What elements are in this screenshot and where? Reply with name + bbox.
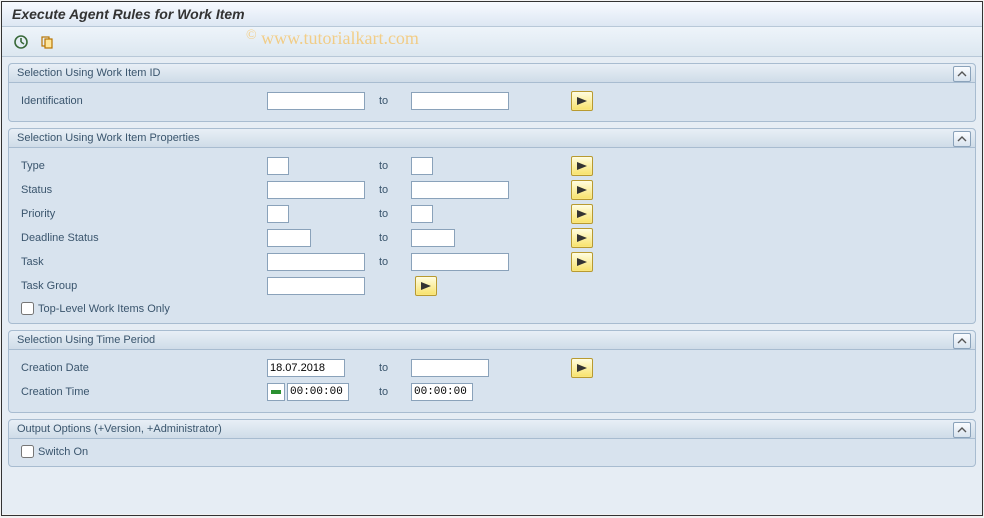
multiple-selection-button[interactable]: [571, 252, 593, 272]
to-label: to: [367, 184, 411, 196]
switch-on-label: Switch On: [38, 446, 88, 458]
execute-icon[interactable]: [10, 32, 32, 52]
multiple-selection-button[interactable]: [571, 358, 593, 378]
select-option-icon[interactable]: [267, 383, 285, 401]
task-label: Task: [17, 256, 267, 268]
to-label: to: [367, 256, 411, 268]
group-title-id: Selection Using Work Item ID: [9, 64, 975, 83]
task-to-input[interactable]: [411, 253, 509, 271]
multiple-selection-button[interactable]: [571, 228, 593, 248]
task-group-label: Task Group: [17, 280, 267, 292]
type-from-input[interactable]: [267, 157, 289, 175]
group-title-time: Selection Using Time Period: [9, 331, 975, 350]
creation-time-label: Creation Time: [17, 386, 267, 398]
switch-on-checkbox[interactable]: [21, 445, 34, 458]
group-title-output: Output Options (+Version, +Administrator…: [9, 420, 975, 439]
group-title-time-text: Selection Using Time Period: [17, 334, 155, 346]
top-level-checkbox[interactable]: [21, 302, 34, 315]
to-label: to: [367, 386, 411, 398]
task-group-input[interactable]: [267, 277, 365, 295]
creation-date-label: Creation Date: [17, 362, 267, 374]
multiple-selection-button[interactable]: [571, 91, 593, 111]
window-title: Execute Agent Rules for Work Item: [2, 2, 982, 27]
to-label: to: [367, 232, 411, 244]
to-label: to: [367, 95, 411, 107]
to-label: to: [367, 160, 411, 172]
identification-label: Identification: [17, 95, 267, 107]
deadline-from-input[interactable]: [267, 229, 311, 247]
status-label: Status: [17, 184, 267, 196]
group-title-props: Selection Using Work Item Properties: [9, 129, 975, 148]
status-from-input[interactable]: [267, 181, 365, 199]
deadline-to-input[interactable]: [411, 229, 455, 247]
to-label: to: [367, 362, 411, 374]
group-output-options: Output Options (+Version, +Administrator…: [8, 419, 976, 467]
group-work-item-properties: Selection Using Work Item Properties Typ…: [8, 128, 976, 324]
group-title-output-text: Output Options (+Version, +Administrator…: [17, 423, 222, 435]
priority-label: Priority: [17, 208, 267, 220]
creation-time-to-input[interactable]: [411, 383, 473, 401]
group-time-period: Selection Using Time Period Creation Dat…: [8, 330, 976, 413]
creation-time-from-input[interactable]: [287, 383, 349, 401]
deadline-status-label: Deadline Status: [17, 232, 267, 244]
type-label: Type: [17, 160, 267, 172]
creation-date-to-input[interactable]: [411, 359, 489, 377]
priority-from-input[interactable]: [267, 205, 289, 223]
top-level-label: Top-Level Work Items Only: [38, 303, 170, 315]
multiple-selection-button[interactable]: [571, 204, 593, 224]
status-to-input[interactable]: [411, 181, 509, 199]
collapse-toggle-icon[interactable]: [953, 333, 971, 349]
multiple-selection-button[interactable]: [415, 276, 437, 296]
group-title-id-text: Selection Using Work Item ID: [17, 67, 160, 79]
collapse-toggle-icon[interactable]: [953, 66, 971, 82]
get-variant-icon[interactable]: [36, 32, 58, 52]
group-title-props-text: Selection Using Work Item Properties: [17, 132, 200, 144]
group-work-item-id: Selection Using Work Item ID Identificat…: [8, 63, 976, 122]
type-to-input[interactable]: [411, 157, 433, 175]
toolbar: [2, 27, 982, 57]
priority-to-input[interactable]: [411, 205, 433, 223]
task-from-input[interactable]: [267, 253, 365, 271]
multiple-selection-button[interactable]: [571, 156, 593, 176]
identification-to-input[interactable]: [411, 92, 509, 110]
identification-from-input[interactable]: [267, 92, 365, 110]
to-label: to: [367, 208, 411, 220]
collapse-toggle-icon[interactable]: [953, 131, 971, 147]
multiple-selection-button[interactable]: [571, 180, 593, 200]
collapse-toggle-icon[interactable]: [953, 422, 971, 438]
creation-date-from-input[interactable]: [267, 359, 345, 377]
